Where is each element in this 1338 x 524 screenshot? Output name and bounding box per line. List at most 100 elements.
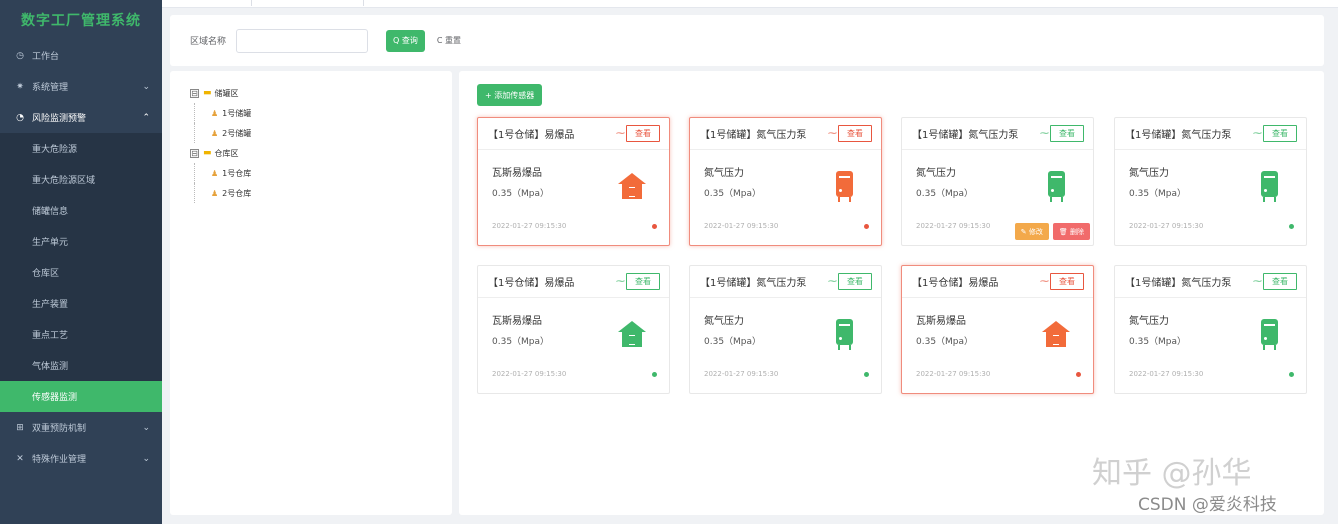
pulse-icon: ⁓ xyxy=(1040,276,1049,287)
sensor-card[interactable]: 【1号储罐】氮气压力泵 ⁓ 查看 氮气压力 0.35（Mpa） 2022-01-27 09… xyxy=(689,265,882,394)
tree-leaf[interactable]: ♟ 2号仓库 xyxy=(194,183,452,203)
sidebar-subitem-production-device[interactable]: 生产装置 xyxy=(0,288,162,319)
pulse-icon: ⁓ xyxy=(828,128,837,139)
edit-button[interactable]: ✎ 修改 xyxy=(1014,223,1049,240)
view-button[interactable]: 查看 xyxy=(838,273,872,290)
sensor-value: 0.35（Mpa） xyxy=(916,337,974,347)
sidebar-item-risk-monitor[interactable]: ◔ 风险监测预警 ⌃ xyxy=(0,102,162,133)
view-button[interactable]: 查看 xyxy=(626,125,660,142)
status-dot xyxy=(1289,224,1294,229)
card-header: 【1号储罐】氮气压力泵 ⁓ 查看 xyxy=(690,266,881,298)
sensor-name: 瓦斯易爆品 xyxy=(492,316,542,327)
view-button[interactable]: 查看 xyxy=(626,273,660,290)
sidebar-subitem-warehouse[interactable]: 仓库区 xyxy=(0,257,162,288)
view-button[interactable]: 查看 xyxy=(1050,273,1084,290)
sidebar-subitem-major-hazard[interactable]: 重大危险源 xyxy=(0,133,162,164)
status-dot xyxy=(652,372,657,377)
sensor-timestamp: 2022-01-27 09:15:30 xyxy=(704,370,779,378)
sensor-name: 氮气压力 xyxy=(1129,316,1169,327)
status-dot xyxy=(864,372,869,377)
sensor-name: 氮气压力 xyxy=(1129,168,1169,179)
sidebar-subitem-tank-info[interactable]: 储罐信息 xyxy=(0,195,162,226)
sensor-name: 瓦斯易爆品 xyxy=(916,316,966,327)
tab[interactable] xyxy=(182,0,252,6)
warehouse-icon xyxy=(1042,321,1070,349)
sensor-card[interactable]: 【1号仓储】易爆品 ⁓ 查看 瓦斯易爆品 0.35（Mpa） 2022-01-27 09:… xyxy=(477,117,670,246)
folder-icon: ▬ xyxy=(203,88,212,98)
sidebar-item-label: 系统管理 xyxy=(32,83,69,93)
sidebar-subitem-production-unit[interactable]: 生产单元 xyxy=(0,226,162,257)
status-dot xyxy=(864,224,869,229)
sensor-value: 0.35（Mpa） xyxy=(704,189,762,199)
sensor-card[interactable]: 【1号储罐】氮气压力泵 ⁓ 查看 氮气压力 0.35（Mpa） 2022-01-27 09… xyxy=(1114,265,1307,394)
sidebar-item-special-work[interactable]: ✕ 特殊作业管理 ⌄ xyxy=(0,443,162,474)
tree-node-tank-area[interactable]: ⊟ ▬ 储罐区 xyxy=(190,83,452,103)
view-button[interactable]: 查看 xyxy=(1263,125,1297,142)
card-header: 【1号储罐】氮气压力泵 ⁓ 查看 xyxy=(1115,266,1306,298)
sensor-timestamp: 2022-01-27 09:15:30 xyxy=(1129,370,1204,378)
sensor-card[interactable]: 【1号仓储】易爆品 ⁓ 查看 瓦斯易爆品 0.35（Mpa） 2022-01-27 09:… xyxy=(901,265,1094,394)
sidebar-item-label: 双重预防机制 xyxy=(32,424,87,434)
location-icon: ♟ xyxy=(211,168,219,178)
chevron-down-icon: ⌄ xyxy=(142,453,150,464)
view-button[interactable]: 查看 xyxy=(1050,125,1084,142)
tank-icon xyxy=(1048,171,1065,202)
tab[interactable] xyxy=(254,0,364,6)
tree-leaf[interactable]: ♟ 2号储罐 xyxy=(194,123,452,143)
card-header: 【1号仓储】易爆品 ⁓ 查看 xyxy=(902,266,1093,298)
watermark-csdn: CSDN @爱炎科技 xyxy=(1138,495,1277,515)
sidebar-subitem-sensor-monitor[interactable]: 传感器监测 xyxy=(0,381,162,412)
area-name-label: 区域名称 xyxy=(190,37,227,47)
card-title: 【1号储罐】氮气压力泵 xyxy=(1125,130,1232,141)
location-icon: ♟ xyxy=(211,128,219,138)
sidebar-subitem-key-process[interactable]: 重点工艺 xyxy=(0,319,162,350)
collapse-icon[interactable]: ⊟ xyxy=(190,88,199,98)
sensor-value: 0.35（Mpa） xyxy=(492,337,550,347)
view-button[interactable]: 查看 xyxy=(838,125,872,142)
sensor-card[interactable]: 【1号储罐】氮气压力泵 ⁓ 查看 氮气压力 0.35（Mpa） 2022-01-27 09… xyxy=(689,117,882,246)
tree-node-warehouse-area[interactable]: ⊟ ▬ 仓库区 xyxy=(190,143,452,163)
tree-leaf[interactable]: ♟ 1号仓库 xyxy=(194,163,452,183)
card-header: 【1号仓储】易爆品 ⁓ 查看 xyxy=(478,118,669,150)
tree-node-label: 储罐区 xyxy=(214,88,239,98)
card-header: 【1号储罐】氮气压力泵 ⁓ 查看 xyxy=(902,118,1093,150)
sensor-name: 氮气压力 xyxy=(704,168,744,179)
card-title: 【1号仓储】易爆品 xyxy=(912,278,999,289)
card-title: 【1号仓储】易爆品 xyxy=(488,130,575,141)
sensor-timestamp: 2022-01-27 09:15:30 xyxy=(492,370,567,378)
sensor-value: 0.35（Mpa） xyxy=(1129,189,1187,199)
chevron-down-icon: ⌄ xyxy=(142,422,150,433)
sidebar-subitem-hazard-area[interactable]: 重大危险源区域 xyxy=(0,164,162,195)
sensor-card[interactable]: 【1号储罐】氮气压力泵 ⁓ 查看 氮气压力 0.35（Mpa） 2022-01-27 09… xyxy=(1114,117,1307,246)
tools-icon: ✕ xyxy=(16,453,24,464)
card-title: 【1号储罐】氮气压力泵 xyxy=(700,278,807,289)
sidebar-item-workbench[interactable]: ◷ 工作台 xyxy=(0,40,162,71)
sensor-value: 0.35（Mpa） xyxy=(916,189,974,199)
sensor-timestamp: 2022-01-27 09:15:30 xyxy=(492,222,567,230)
delete-button[interactable]: 🗑 删除 xyxy=(1052,223,1090,240)
query-button[interactable]: Q 查询 xyxy=(386,29,425,52)
sensor-card[interactable]: 【1号仓储】易爆品 ⁓ 查看瓦斯易爆品 0.35（Mpa） 2022-01-27 09:… xyxy=(477,265,670,394)
sensor-card[interactable]: 【1号储罐】氮气压力泵 ⁓ 查看 氮气压力 0.35（Mpa） 2022-01-27 09… xyxy=(901,117,1094,246)
area-name-input[interactable] xyxy=(236,28,369,53)
sidebar-item-dual-prevention[interactable]: ⊞ 双重预防机制 ⌄ xyxy=(0,412,162,443)
view-button[interactable]: 查看 xyxy=(1263,273,1297,290)
sensor-timestamp: 2022-01-27 09:15:30 xyxy=(916,222,991,230)
status-dot xyxy=(652,224,657,229)
sidebar-subitem-gas-monitor[interactable]: 气体监测 xyxy=(0,350,162,381)
tank-icon xyxy=(1261,319,1278,350)
tank-icon xyxy=(1261,171,1278,202)
tank-icon xyxy=(836,171,853,202)
collapse-icon[interactable]: ⊟ xyxy=(190,148,199,158)
chevron-up-icon: ⌃ xyxy=(142,112,150,123)
search-bar: 区域名称 Q 查询 C 重置 xyxy=(170,15,1324,66)
add-sensor-button[interactable]: + 添加传感器 xyxy=(477,84,543,106)
pulse-icon: ⁓ xyxy=(828,276,837,287)
sidebar-item-system[interactable]: ✷ 系统管理 ⌄ xyxy=(0,71,162,102)
tree-node-label: 仓库区 xyxy=(214,148,239,158)
reset-button[interactable]: C 重置 xyxy=(433,30,465,52)
tree-leaf[interactable]: ♟ 1号储罐 xyxy=(194,103,452,123)
card-header: 【1号仓储】易爆品 ⁓ 查看 xyxy=(478,266,669,298)
tree-leaf-label: 1号储罐 xyxy=(222,108,252,118)
pulse-icon: ⁓ xyxy=(1253,128,1262,139)
